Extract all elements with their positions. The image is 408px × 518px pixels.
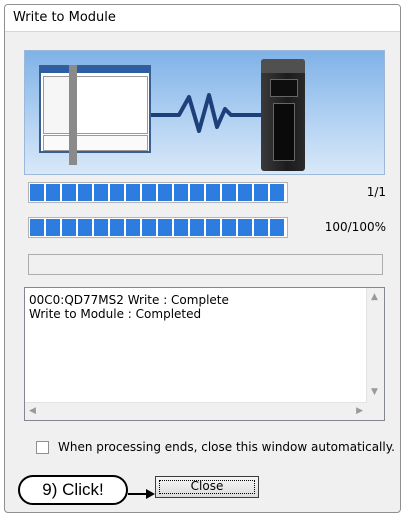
progress-segment <box>62 219 76 236</box>
callout-text: 9) Click! <box>42 480 104 499</box>
item-progress-bar <box>28 217 288 238</box>
progress-segment <box>78 184 92 201</box>
progress-segment <box>142 219 156 236</box>
progress-segment <box>46 219 60 236</box>
motion-module-icon <box>261 59 305 171</box>
overall-progress-fill <box>30 184 286 201</box>
progress-segment <box>206 219 220 236</box>
vertical-scrollbar[interactable]: ▲ ▼ <box>366 288 384 403</box>
progress-segment <box>158 184 172 201</box>
progress-segment <box>222 219 236 236</box>
progress-segment <box>254 184 268 201</box>
progress-segment <box>270 184 284 201</box>
overall-progress-bar <box>28 182 288 203</box>
progress-segment <box>30 184 44 201</box>
log-line: 00C0:QD77MS2 Write : Complete <box>29 293 229 307</box>
overall-progress-text: 1/1 <box>366 185 386 199</box>
progress-segment <box>270 219 284 236</box>
progress-segment <box>174 219 188 236</box>
transfer-illustration <box>24 50 385 175</box>
item-progress-text: 100/100% <box>324 220 386 234</box>
progress-segment <box>190 219 204 236</box>
auto-close-checkbox[interactable] <box>36 441 49 454</box>
arrow-right-icon <box>128 489 155 499</box>
progress-segment <box>222 184 236 201</box>
horizontal-scrollbar[interactable]: ◀ ▶ <box>25 402 367 420</box>
progress-segment <box>126 184 140 201</box>
progress-segment <box>62 184 76 201</box>
close-button-label: Close <box>190 479 224 493</box>
progress-segment <box>142 184 156 201</box>
scroll-right-icon[interactable]: ▶ <box>356 407 363 416</box>
progress-segment <box>94 219 108 236</box>
scroll-down-icon[interactable]: ▼ <box>371 388 378 397</box>
progress-segment <box>46 184 60 201</box>
progress-segment <box>30 219 44 236</box>
title-bar: Write to Module <box>5 5 400 32</box>
progress-segment <box>238 219 252 236</box>
progress-segment <box>110 219 124 236</box>
progress-segment <box>94 184 108 201</box>
progress-segment <box>158 219 172 236</box>
window-title: Write to Module <box>13 10 116 25</box>
progress-segment <box>126 219 140 236</box>
status-field <box>28 254 383 275</box>
scroll-left-icon[interactable]: ◀ <box>29 407 36 416</box>
close-button[interactable]: Close <box>155 476 259 498</box>
log-text: 00C0:QD77MS2 Write : Complete Write to M… <box>29 293 229 321</box>
progress-segment <box>190 184 204 201</box>
progress-segment <box>78 219 92 236</box>
engineering-tool-screen-illustration <box>39 65 151 153</box>
log-line: Write to Module : Completed <box>29 307 202 321</box>
progress-segment <box>206 184 220 201</box>
progress-segment <box>238 184 252 201</box>
item-progress-fill <box>30 219 286 236</box>
instruction-callout: 9) Click! <box>18 475 128 505</box>
scroll-up-icon[interactable]: ▲ <box>371 293 378 302</box>
signal-wave-icon <box>151 93 263 133</box>
auto-close-label[interactable]: When processing ends, close this window … <box>58 440 398 454</box>
result-log[interactable]: 00C0:QD77MS2 Write : Complete Write to M… <box>24 287 385 421</box>
progress-segment <box>254 219 268 236</box>
progress-segment <box>110 184 124 201</box>
progress-segment <box>174 184 188 201</box>
